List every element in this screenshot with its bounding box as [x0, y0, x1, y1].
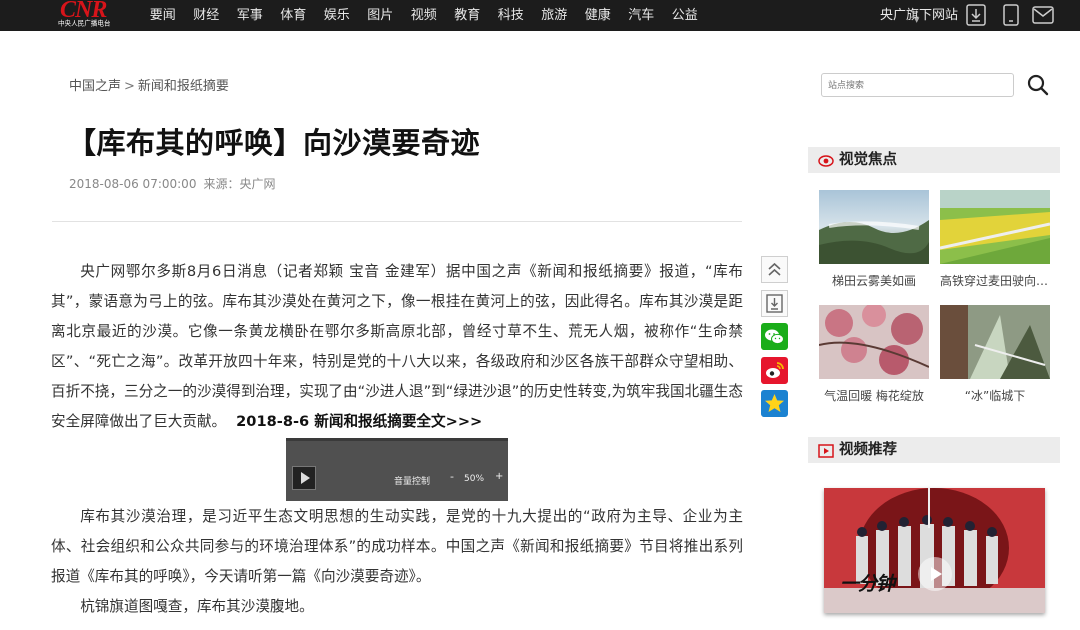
nav-item-keji[interactable]: 科技 [489, 0, 533, 31]
video-title-calligraphy: 一分钟 [840, 573, 895, 595]
play-button[interactable] [292, 466, 316, 490]
affiliated-sites-menu[interactable]: 央广旗下网站 ▼ [880, 0, 958, 31]
volume-up-button[interactable]: + [495, 471, 503, 482]
nav-item-jiankang[interactable]: 健康 [576, 0, 620, 31]
main-nav: 要闻 财经 军事 体育 娱乐 图片 视频 教育 科技 旅游 健康 汽车 公益 [141, 0, 707, 31]
breadcrumb: 中国之声 > 新闻和报纸摘要 [69, 75, 229, 94]
focus-caption-3[interactable]: 气温回暖 梅花绽放 [819, 387, 929, 404]
focus-image-plum-blossom[interactable] [819, 305, 929, 379]
header-divider [52, 221, 742, 222]
video-recommend-header: 视频推荐 [808, 437, 1060, 463]
download-icon[interactable] [964, 3, 988, 27]
nav-item-tiyu[interactable]: 体育 [272, 0, 316, 31]
weibo-icon [766, 362, 784, 378]
focus-image-ice[interactable] [940, 305, 1050, 379]
article-paragraph-2: 库布其沙漠治理，是习近平生态文明思想的生动实践，是党的十九大提出的“政府为主导、… [51, 508, 743, 585]
nav-item-junshi[interactable]: 军事 [228, 0, 272, 31]
focus-caption-1[interactable]: 梯田云雾美如画 [819, 272, 929, 289]
volume-value: 50% [464, 474, 485, 484]
wechat-icon [765, 329, 784, 345]
eye-icon [818, 153, 834, 167]
mail-icon[interactable] [1031, 3, 1055, 27]
focus-image-train[interactable] [940, 190, 1050, 264]
nav-item-jiaoyu[interactable]: 教育 [446, 0, 490, 31]
share-qzone-button[interactable] [761, 390, 788, 417]
paragraph-1-text: 央广网鄂尔多斯8月6日消息（记者郑颖 宝音 金建军）据中国之声《新闻和报纸摘要》… [51, 263, 743, 430]
article-paragraph-1: 央广网鄂尔多斯8月6日消息（记者郑颖 宝音 金建军）据中国之声《新闻和报纸摘要》… [51, 257, 743, 437]
nav-item-yaowen[interactable]: 要闻 [141, 0, 185, 31]
download-button[interactable] [761, 290, 788, 317]
logo-subtitle: 中央人民广播电台 [58, 20, 111, 28]
video-icon [818, 443, 834, 458]
back-to-top-icon [768, 262, 781, 276]
visual-focus-header: 视觉焦点 [808, 147, 1060, 173]
breadcrumb-separator: > [124, 79, 135, 94]
search-icon[interactable] [1026, 73, 1050, 97]
article-title: 【库布其的呼唤】向沙漠要奇迹 [67, 126, 481, 160]
nav-item-lvyou[interactable]: 旅游 [533, 0, 577, 31]
mobile-icon[interactable] [999, 3, 1023, 27]
visual-focus-title: 视觉焦点 [839, 152, 897, 168]
video-recommend-title: 视频推荐 [839, 442, 897, 458]
share-wechat-button[interactable] [761, 323, 788, 350]
nav-item-tupian[interactable]: 图片 [359, 0, 403, 31]
qzone-icon [765, 394, 784, 412]
top-navigation-bar: CNR 中央人民广播电台 要闻 财经 军事 体育 娱乐 图片 视频 教育 科技 … [0, 0, 1080, 31]
article-source[interactable]: 来源：央广网 [203, 177, 275, 191]
focus-image-terraces[interactable] [819, 190, 929, 264]
nav-item-caijing[interactable]: 财经 [185, 0, 229, 31]
site-search-input[interactable] [821, 73, 1014, 97]
article-paragraph-3: 杭锦旗道图嘎查，库布其沙漠腹地。 [80, 598, 314, 615]
focus-caption-2[interactable]: 高铁穿过麦田驶向远方 [940, 272, 1050, 289]
nav-item-shipin[interactable]: 视频 [402, 0, 446, 31]
breadcrumb-home[interactable]: 中国之声 [69, 79, 121, 94]
cnr-logo[interactable]: CNR 中央人民广播电台 [58, 0, 128, 31]
full-transcript-link[interactable]: 2018-8-6 新闻和报纸摘要全文>>> [236, 413, 482, 430]
volume-down-button[interactable]: - [450, 470, 454, 483]
nav-item-yule[interactable]: 娱乐 [315, 0, 359, 31]
breadcrumb-current[interactable]: 新闻和报纸摘要 [138, 79, 229, 94]
back-to-top-button[interactable] [761, 256, 788, 283]
video-play-button[interactable] [918, 557, 952, 591]
download-icon [766, 294, 783, 313]
focus-caption-4[interactable]: “冰”临城下 [940, 387, 1050, 404]
audio-player: 音量控制 - 50% + [286, 438, 508, 501]
volume-label: 音量控制 [394, 477, 431, 487]
article-meta: 2018-08-06 07:00:00 来源：央广网 [69, 175, 275, 192]
publish-datetime: 2018-08-06 07:00:00 [69, 177, 197, 191]
nav-item-gongyi[interactable]: 公益 [663, 0, 707, 31]
nav-item-qiche[interactable]: 汽车 [620, 0, 664, 31]
share-weibo-button[interactable] [761, 357, 788, 384]
chevron-down-icon: ▼ [914, 16, 920, 24]
